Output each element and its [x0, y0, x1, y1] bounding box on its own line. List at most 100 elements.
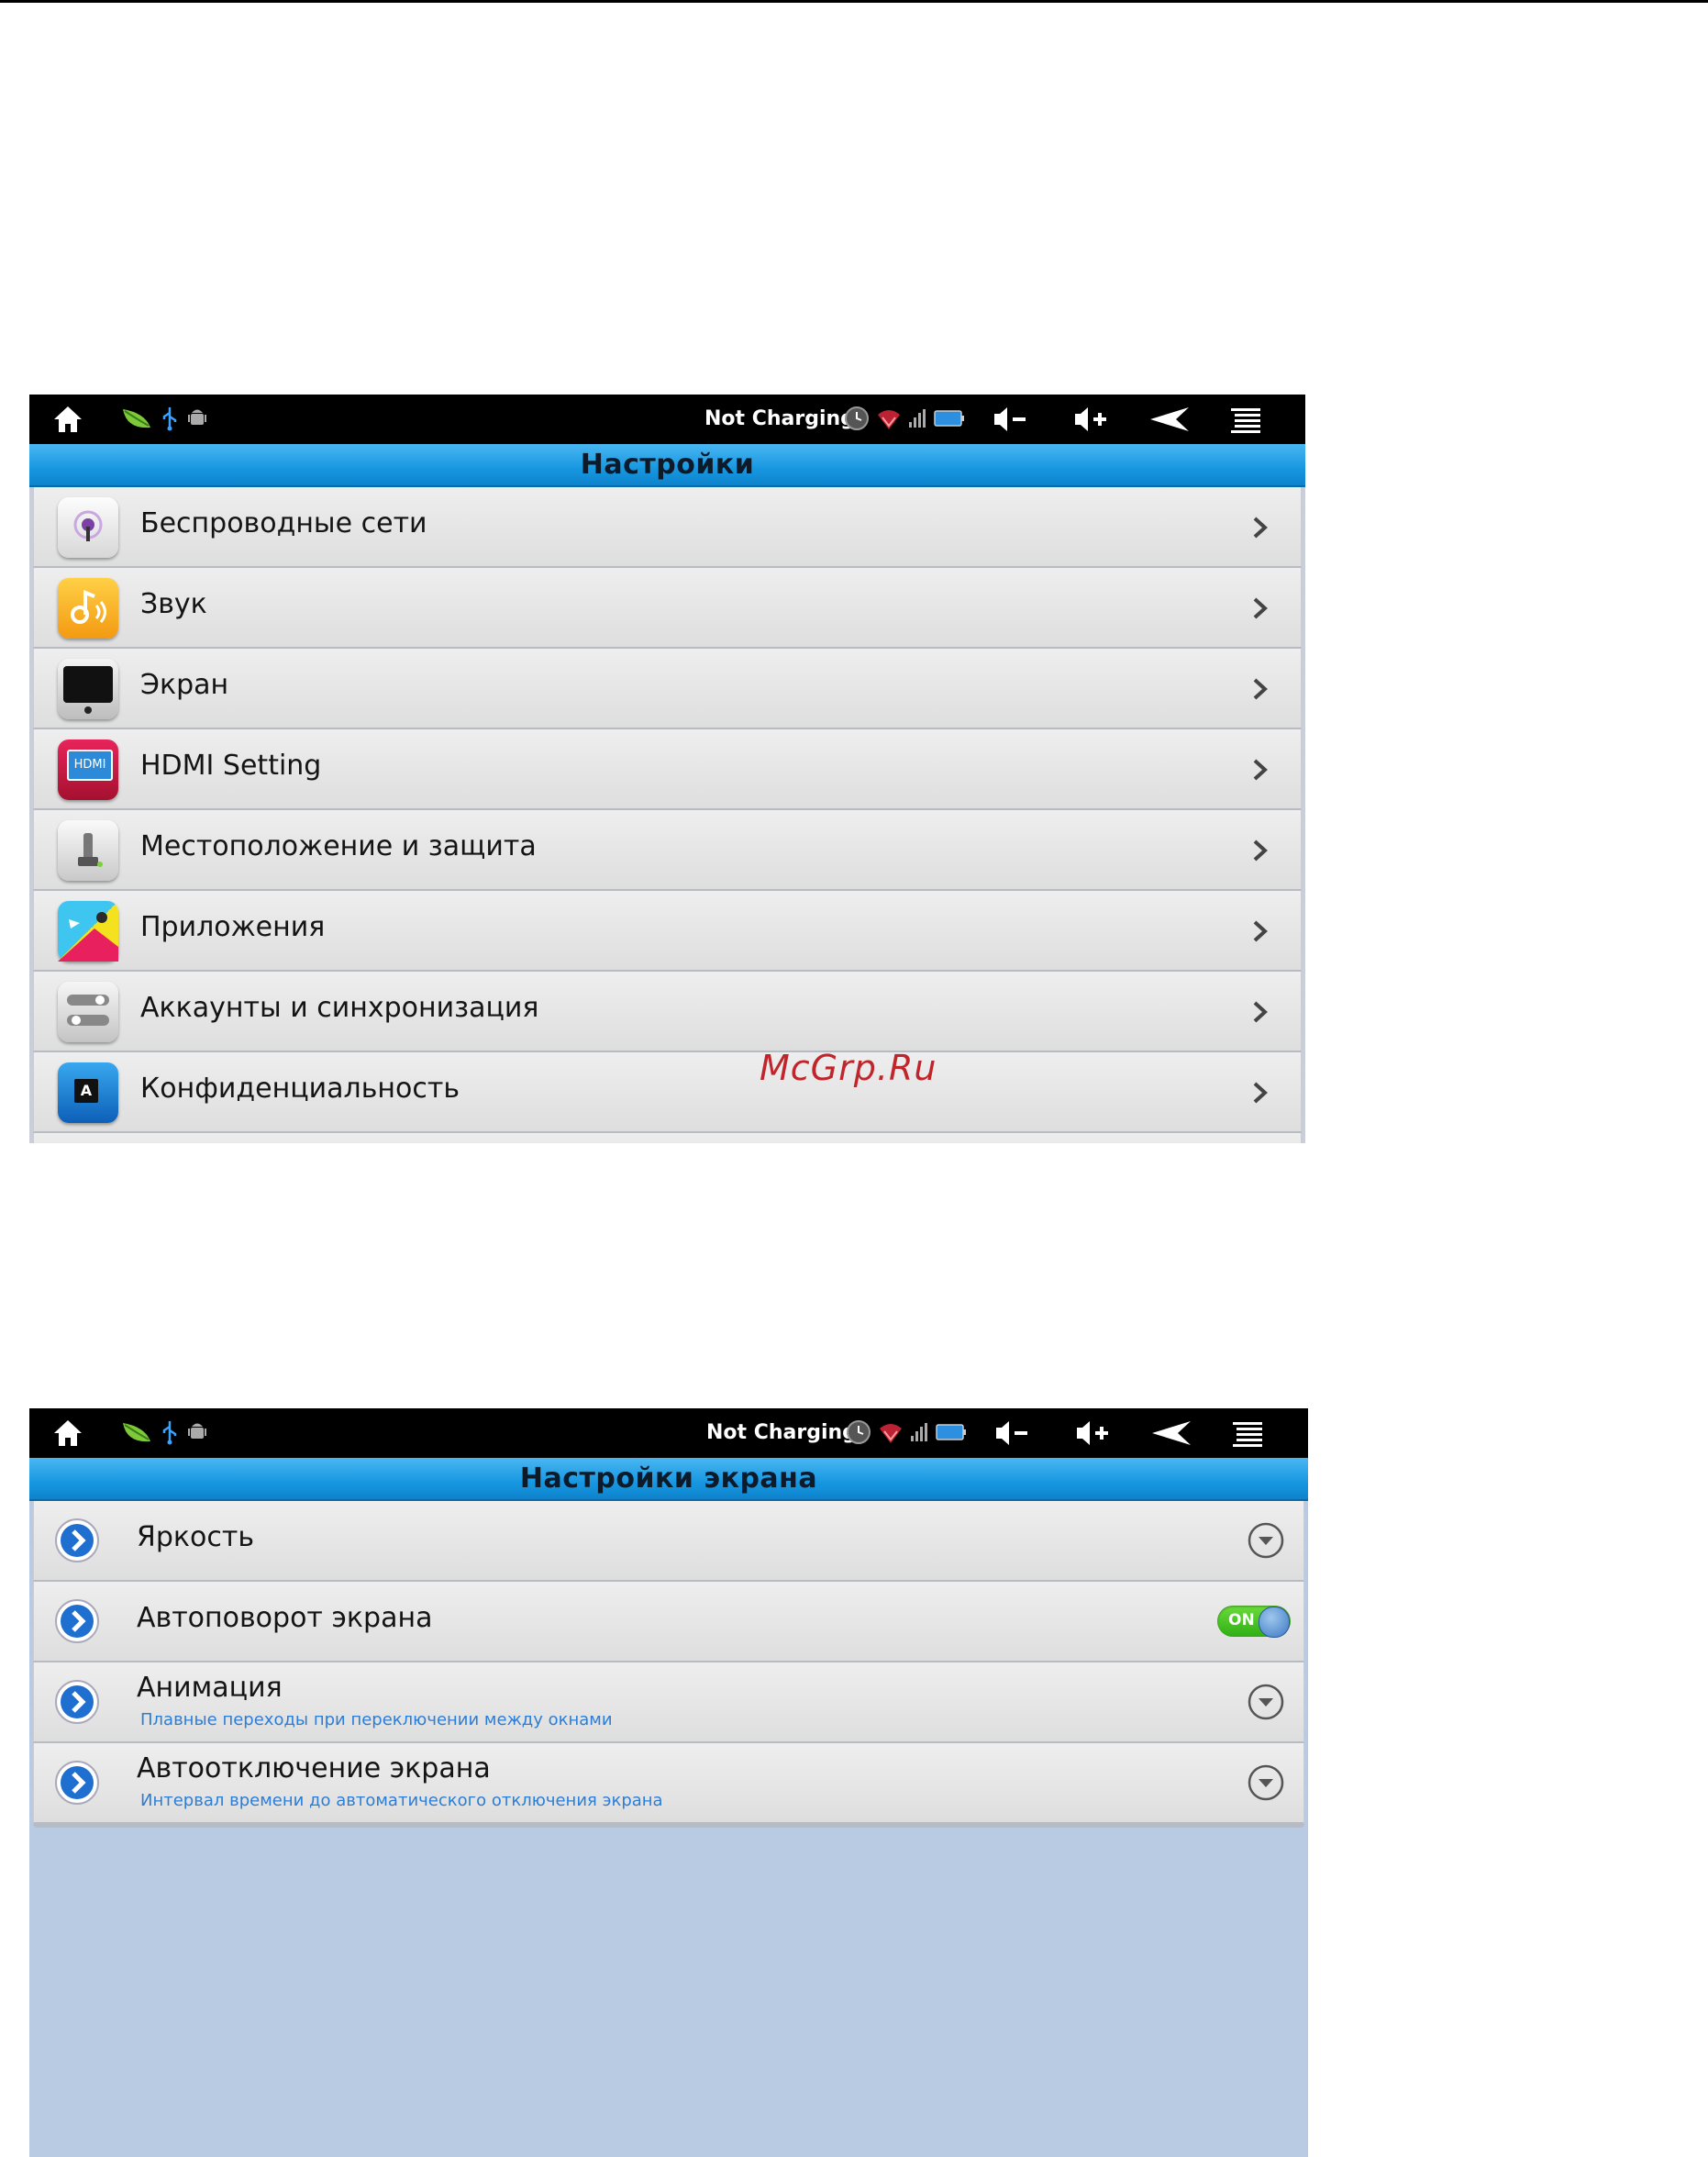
accounts-sync-icon	[58, 982, 118, 1042]
display-item-brightness[interactable]: Яркость	[33, 1501, 1304, 1582]
watermark: McGrp.Ru	[760, 1048, 937, 1088]
wireless-icon	[58, 497, 118, 558]
settings-item-display[interactable]: Экран	[33, 649, 1302, 729]
volume-up-icon	[1075, 407, 1106, 431]
settings-item-applications[interactable]: Приложения	[33, 891, 1302, 972]
menu-button[interactable]	[1229, 1418, 1270, 1449]
leaf-notification-icon	[121, 1419, 152, 1449]
hdmi-icon-text: HDMI	[67, 750, 113, 781]
menu-button[interactable]	[1227, 404, 1268, 435]
home-icon[interactable]	[52, 1418, 83, 1448]
settings-item-label: Беспроводные сети	[140, 507, 427, 539]
hdmi-icon: HDMI	[58, 739, 118, 800]
settings-item-accounts-sync[interactable]: Аккаунты и синхронизация	[33, 972, 1302, 1052]
location-security-icon	[58, 820, 118, 881]
settings-item-hdmi[interactable]: HDMI HDMI Setting	[33, 729, 1302, 810]
settings-item-location-security[interactable]: Местоположение и защита	[33, 810, 1302, 891]
display-settings-list: Яркость Автоповорот экрана ON Анимация П…	[33, 1501, 1304, 1824]
arrow-bullet-icon	[55, 1518, 99, 1562]
settings-item-wireless[interactable]: Беспроводные сети	[33, 487, 1302, 568]
settings-item-label: HDMI Setting	[140, 750, 322, 782]
chevron-right-icon	[1253, 839, 1268, 862]
settings-item-label: Конфиденциальность	[140, 1073, 460, 1105]
notification-icons	[121, 406, 207, 435]
battery-icon	[936, 1422, 967, 1446]
chevron-right-icon	[1253, 517, 1268, 539]
system-tray	[846, 1419, 967, 1449]
volume-down-icon	[996, 1421, 1027, 1445]
volume-down-icon	[994, 407, 1026, 431]
chevron-right-icon	[1253, 1001, 1268, 1023]
chevron-right-icon	[1253, 597, 1268, 619]
auto-rotate-toggle[interactable]: ON	[1217, 1606, 1291, 1638]
settings-item-label: Аккаунты и синхронизация	[140, 992, 539, 1024]
display-item-sublabel: Интервал времени до автоматического откл…	[140, 1791, 663, 1810]
home-icon[interactable]	[52, 405, 83, 434]
settings-item-sound[interactable]: Звук	[33, 568, 1302, 649]
privacy-icon: A	[58, 1062, 118, 1123]
display-item-label: Автоотключение экрана	[137, 1752, 491, 1785]
volume-down-button[interactable]	[993, 1418, 1033, 1449]
display-item-screen-timeout[interactable]: Автоотключение экрана Интервал времени д…	[33, 1743, 1304, 1824]
charging-status: Not Charging	[704, 407, 855, 430]
volume-up-icon	[1077, 1421, 1108, 1445]
settings-item-privacy[interactable]: A Конфиденциальность	[33, 1052, 1302, 1133]
arrow-bullet-icon	[55, 1680, 99, 1724]
signal-icon	[908, 407, 928, 433]
menu-icon	[1233, 1422, 1262, 1447]
clock-icon	[844, 406, 870, 435]
chevron-right-icon	[1253, 1082, 1268, 1104]
usb-icon	[161, 1419, 178, 1449]
notification-icons	[121, 1419, 207, 1449]
list-bottom-edge	[33, 1824, 1304, 1828]
privacy-icon-text: A	[74, 1079, 98, 1103]
status-bar: Not Charging	[29, 1408, 1308, 1458]
display-item-auto-rotate[interactable]: Автоповорот экрана ON	[33, 1582, 1304, 1662]
chevron-right-icon	[1253, 678, 1268, 700]
display-settings-title: Настройки экрана	[29, 1458, 1308, 1501]
volume-down-button[interactable]	[991, 404, 1031, 435]
display-item-animation[interactable]: Анимация Плавные переходы при переключен…	[33, 1662, 1304, 1743]
display-item-label: Автоповорот экрана	[137, 1602, 433, 1634]
top-rule	[0, 0, 1708, 3]
display-icon	[58, 659, 118, 719]
back-button[interactable]	[1150, 1418, 1191, 1449]
android-debug-icon	[187, 406, 207, 434]
dropdown-icon[interactable]	[1247, 1521, 1285, 1560]
display-item-sublabel: Плавные переходы при переключении между …	[140, 1710, 613, 1729]
display-settings-screenshot: Not Charging Настройки экрана Яркость Ав…	[29, 1408, 1308, 2157]
clock-icon	[846, 1419, 871, 1449]
back-button[interactable]	[1148, 404, 1189, 435]
chevron-right-icon	[1253, 759, 1268, 781]
dropdown-icon[interactable]	[1247, 1683, 1285, 1721]
back-icon	[1150, 407, 1189, 431]
back-icon	[1152, 1421, 1191, 1445]
settings-screenshot: Not Charging Настройки Беспроводные сети	[29, 395, 1305, 1143]
list-item-partial	[33, 1133, 1302, 1143]
arrow-bullet-icon	[55, 1761, 99, 1805]
chevron-right-icon	[1253, 920, 1268, 942]
android-debug-icon	[187, 1420, 207, 1448]
volume-up-button[interactable]	[1073, 1418, 1114, 1449]
status-bar: Not Charging	[29, 395, 1305, 444]
settings-item-label: Местоположение и защита	[140, 830, 537, 862]
volume-up-button[interactable]	[1071, 404, 1112, 435]
signal-icon	[910, 1421, 930, 1447]
toggle-state-label: ON	[1228, 1611, 1255, 1629]
wifi-icon	[877, 1419, 904, 1449]
usb-icon	[161, 406, 178, 435]
wifi-icon	[875, 406, 903, 435]
applications-icon	[58, 901, 118, 962]
settings-title: Настройки	[29, 444, 1305, 487]
settings-item-label: Звук	[140, 588, 207, 620]
toggle-knob	[1259, 1607, 1290, 1638]
leaf-notification-icon	[121, 406, 152, 435]
system-tray	[844, 406, 965, 435]
menu-icon	[1231, 408, 1260, 433]
arrow-bullet-icon	[55, 1599, 99, 1643]
battery-icon	[934, 408, 965, 432]
settings-list: Беспроводные сети Звук Экран HDMI HDMI S…	[33, 487, 1302, 1143]
sound-icon	[58, 578, 118, 639]
dropdown-icon[interactable]	[1247, 1763, 1285, 1802]
settings-item-label: Приложения	[140, 911, 326, 943]
